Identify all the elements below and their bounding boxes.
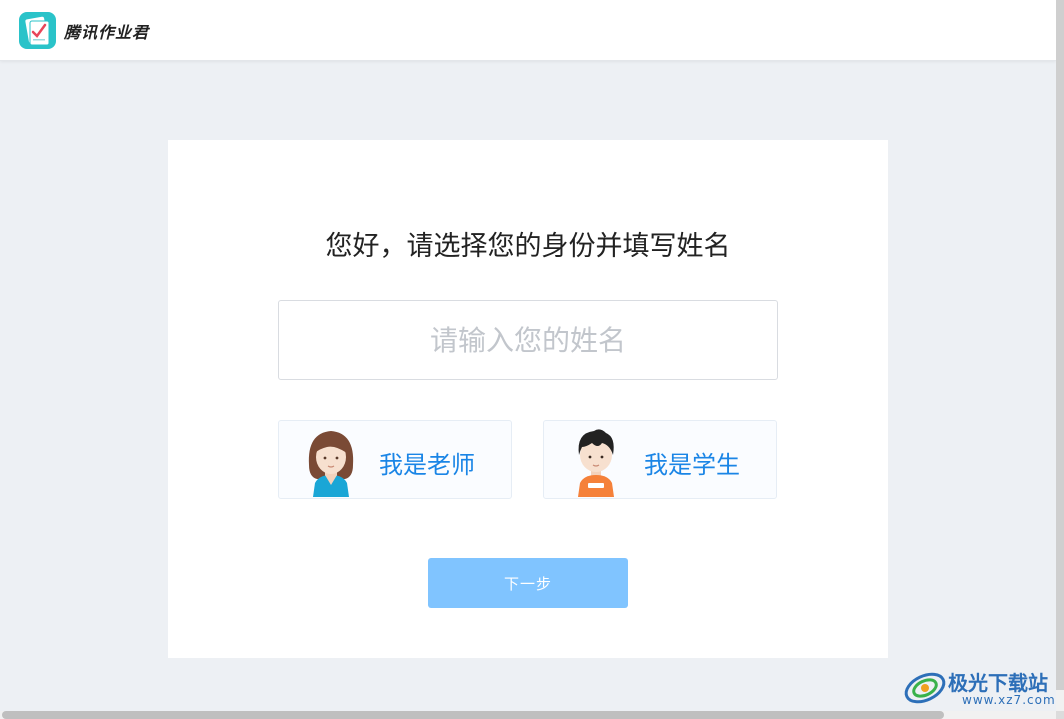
vertical-scrollbar-thumb[interactable] bbox=[1056, 0, 1064, 690]
app-brand-name: 腾讯作业君 bbox=[64, 23, 150, 42]
next-button[interactable]: 下一步 bbox=[428, 558, 628, 608]
watermark: 极光下载站 www.xz7.com bbox=[902, 664, 1062, 710]
role-teacher-label: 我是老师 bbox=[379, 451, 475, 479]
top-header: 腾讯作业君 bbox=[0, 0, 1056, 61]
role-teacher-button[interactable]: 我是老师 bbox=[278, 420, 512, 499]
teacher-avatar-icon bbox=[308, 431, 354, 497]
app-logo-icon[interactable] bbox=[19, 12, 56, 49]
identity-card: 您好，请选择您的身份并填写姓名 我是老师 我是学生 下一步 bbox=[168, 140, 888, 658]
page-title: 您好，请选择您的身份并填写姓名 bbox=[325, 231, 731, 262]
scrollbar-corner bbox=[1056, 711, 1064, 719]
role-student-label: 我是学生 bbox=[644, 451, 740, 479]
horizontal-scrollbar-thumb[interactable] bbox=[2, 711, 944, 719]
watermark-logo-icon bbox=[904, 672, 946, 704]
watermark-text: 极光下载站 bbox=[948, 671, 1048, 695]
vertical-scrollbar[interactable] bbox=[1056, 0, 1064, 711]
role-student-button[interactable]: 我是学生 bbox=[543, 420, 777, 499]
watermark-url: www.xz7.com bbox=[962, 693, 1056, 707]
student-avatar-icon bbox=[578, 429, 614, 497]
horizontal-scrollbar[interactable] bbox=[0, 711, 1056, 719]
name-input[interactable] bbox=[278, 300, 778, 380]
